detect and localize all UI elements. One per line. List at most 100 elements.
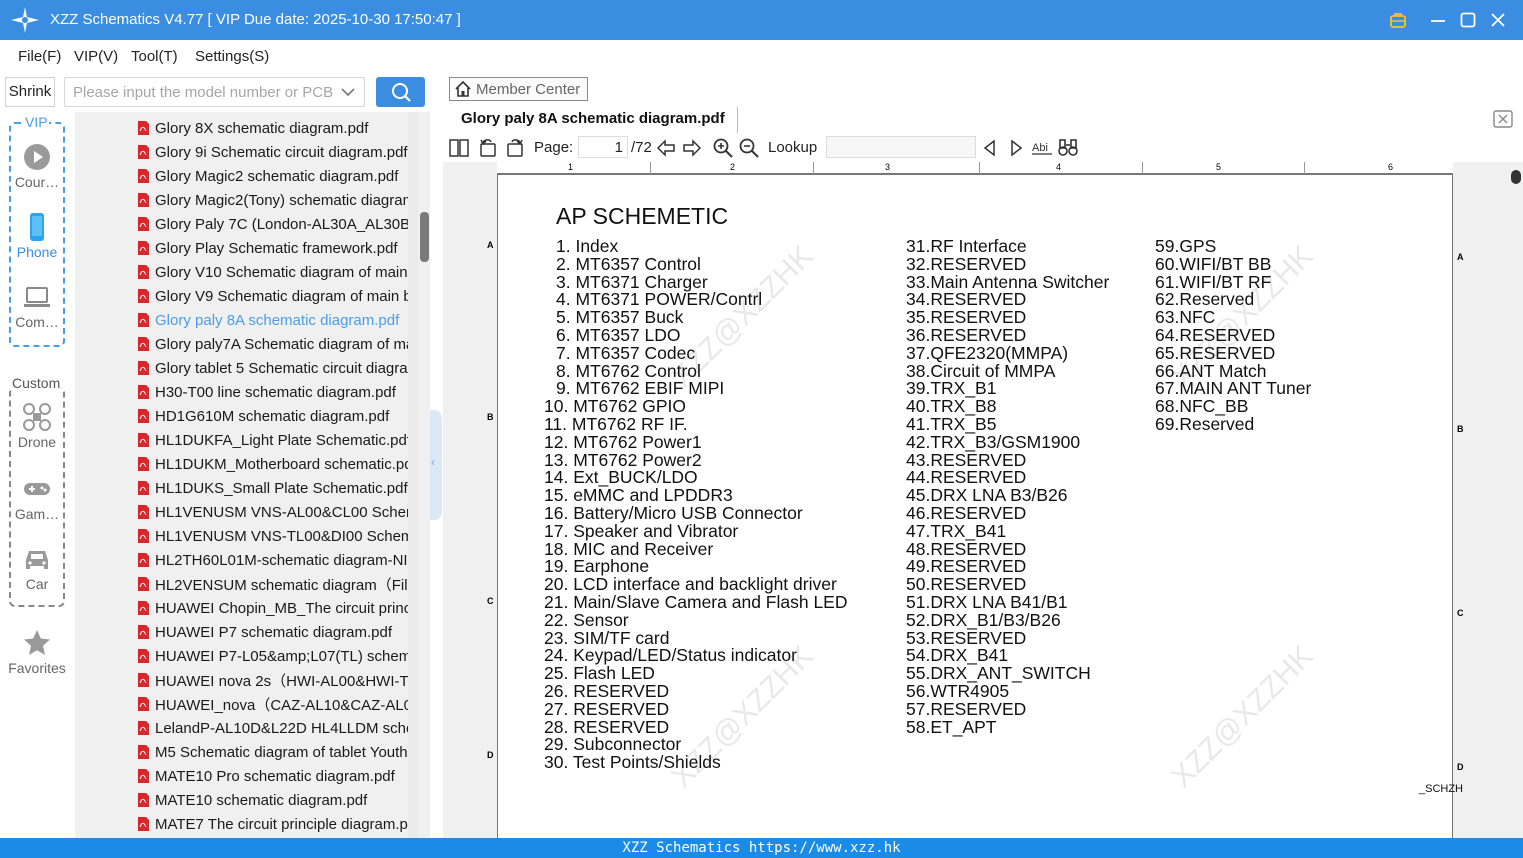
lookup-input[interactable] [826,136,976,158]
file-list-item[interactable]: MATE10 Pro schematic diagram.pdf [137,764,417,788]
previous-page-icon[interactable] [655,137,677,159]
schematic-index-entry[interactable]: 37.QFE2320(MMPA) [906,344,1068,363]
schematic-index-entry[interactable]: 47.TRX_B41 [906,522,1006,541]
model-search-input[interactable] [64,77,365,107]
file-list-item[interactable]: HL1DUKFA_Light Plate Schematic.pdf [137,428,417,452]
category-computer[interactable]: Com… [9,282,65,330]
file-list-scrollbar-thumb[interactable] [420,212,429,262]
pdf-file-icon [138,577,149,591]
file-list-item[interactable]: HL1VENUSM VNS-AL00&CL00 Schematic [137,500,417,524]
menu-vip[interactable]: VIP(V) [74,48,118,65]
find-next-icon[interactable] [1005,137,1027,159]
schematic-index-entry[interactable]: 22. Sensor [544,611,629,630]
pdf-file-icon [138,625,149,639]
document-tab[interactable]: Glory paly 8A schematic diagram.pdf [449,107,738,133]
schematic-index-entry[interactable]: 12. MT6762 Power1 [544,433,702,452]
menu-settings[interactable]: Settings(S) [195,48,269,65]
category-phone[interactable]: Phone [9,212,65,260]
category-courses[interactable]: Cour… [9,142,65,190]
next-page-icon[interactable] [681,137,703,159]
file-list-item[interactable]: Glory paly7A Schematic diagram of main [137,332,417,356]
schematic-index-entry[interactable]: 17. Speaker and Vibrator [544,522,738,541]
close-tab-icon[interactable] [1493,110,1513,128]
lock-screen-button[interactable] [1386,8,1410,32]
file-list-item[interactable]: HL1DUKS_Small Plate Schematic.pdf [137,476,417,500]
menu-tool[interactable]: Tool(T) [131,48,178,65]
file-list-item[interactable]: Glory Magic2 schematic diagram.pdf [137,164,417,188]
file-list-item[interactable]: HD1G610M schematic diagram.pdf [137,404,417,428]
close-button[interactable] [1486,8,1510,32]
menu-file[interactable]: File(F) [18,48,61,65]
schematic-index-entry[interactable]: 32.RESERVED [906,255,1026,274]
file-name: HUAWEI_nova（CAZ-AL10&CAZ-AL00 [155,696,417,714]
file-list-item[interactable]: LelandP-AL10D&L22D HL4LLDM schematic [137,716,417,740]
file-list-item[interactable]: Glory paly 8A schematic diagram.pdf [137,308,417,332]
chevron-left-icon[interactable]: ‹ [431,455,435,469]
category-favorites[interactable]: Favorites [3,628,71,676]
category-car[interactable]: Car [9,544,65,592]
pdf-file-icon [138,145,149,159]
schematic-index-entry[interactable]: 69.Reserved [1155,415,1254,434]
member-center-button[interactable]: Member Center [449,77,588,101]
file-list-item[interactable]: Glory tablet 5 Schematic circuit diagram [137,356,417,380]
schematic-index-entry[interactable]: 52.DRX_B1/B3/B26 [906,611,1061,630]
file-list-item[interactable]: HUAWEI P7 schematic diagram.pdf [137,620,417,644]
file-list-item[interactable]: Glory V9 Schematic diagram of main board [137,284,417,308]
file-list-item[interactable]: HUAWEI P7-L05&amp;L07(TL) schematic [137,644,417,668]
vip-group-label: VIP [24,114,49,130]
file-list-item[interactable]: H30-T00 line schematic diagram.pdf [137,380,417,404]
category-label: Com… [15,314,59,330]
schematic-index-entry[interactable]: 57.RESERVED [906,700,1026,719]
star-icon [24,630,50,655]
file-list-item[interactable]: Glory V10 Schematic diagram of main [137,260,417,284]
schematic-index-entry[interactable]: 42.TRX_B3/GSM1900 [906,433,1080,452]
file-list-item[interactable]: M5 Schematic diagram of tablet Youth [137,740,417,764]
row-letter-left: C [487,596,494,606]
file-list-scrollbar-track[interactable] [408,112,418,838]
file-list-item[interactable]: HL2TH60L01M-schematic diagram-NI [137,548,417,572]
category-game[interactable]: Gam… [9,474,65,522]
row-letter-right: A [1457,252,1464,262]
file-name: HL1VENUSM VNS-AL00&CL00 Schematic [155,503,417,521]
category-label: Gam… [14,506,60,522]
chevron-down-icon[interactable] [340,84,356,100]
schematic-index-entry[interactable]: 27. RESERVED [544,700,669,719]
category-drone[interactable]: Drone [9,402,65,450]
match-case-icon[interactable]: Abi [1031,137,1053,159]
schematic-index-entry[interactable]: 58.ET_APT [906,718,996,737]
file-name: Glory Magic2 schematic diagram.pdf [155,167,399,185]
file-list-item[interactable]: HL1DUKM_Motherboard schematic.pdf [137,452,417,476]
schematic-index-entry[interactable]: 30. Test Points/Shields [544,753,721,772]
file-list-item[interactable]: HL2VENSUM schematic diagram（File [137,572,417,596]
file-list-item[interactable]: Glory 8X schematic diagram.pdf [137,116,417,140]
file-list-item[interactable]: HL1VENUSM VNS-TL00&DI00 Schematic [137,524,417,548]
file-list-item[interactable]: Glory Magic2(Tony) schematic diagram.pdf [137,188,417,212]
minimize-button[interactable] [1426,8,1450,32]
file-list-item[interactable]: Glory 9i Schematic circuit diagram.pdf [137,140,417,164]
schematic-index-entry[interactable]: 7. MT6357 Codec [556,344,695,363]
binoculars-icon[interactable] [1057,137,1079,159]
shrink-button[interactable]: Shrink [5,77,55,107]
pdf-file-icon [138,817,149,831]
search-button[interactable] [376,77,425,107]
schematic-index-entry[interactable]: 60.WIFI/BT BB [1155,255,1271,274]
schematic-index-entry[interactable]: 2. MT6357 Control [556,255,701,274]
page-number-input[interactable] [578,136,628,158]
schematic-index-entry[interactable]: 65.RESERVED [1155,344,1275,363]
file-list-item[interactable]: MATE10 schematic diagram.pdf [137,788,417,812]
rotate-left-icon[interactable] [477,137,499,159]
file-list-item[interactable]: Glory Play Schematic framework.pdf [137,236,417,260]
find-previous-icon[interactable] [979,137,1001,159]
file-list-item[interactable]: HUAWEI Chopin_MB_The circuit principle [137,596,417,620]
file-list-item[interactable]: Glory Paly 7C (London-AL30A_AL30B_ [137,212,417,236]
file-list-item[interactable]: HUAWEI nova 2s（HWI-AL00&HWI-TL [137,668,417,692]
two-page-view-icon[interactable] [448,137,470,159]
file-list-item[interactable]: HUAWEI_nova（CAZ-AL10&CAZ-AL00 [137,692,417,716]
file-name: HL2VENSUM schematic diagram（File [155,576,416,594]
zoom-in-icon[interactable] [712,137,734,159]
zoom-out-icon[interactable] [738,137,760,159]
viewer-scrollbar-thumb[interactable] [1511,170,1521,184]
maximize-button[interactable] [1456,8,1480,32]
file-list-item[interactable]: MATE7 The circuit principle diagram.pdf [137,812,417,836]
rotate-right-icon[interactable] [504,137,526,159]
